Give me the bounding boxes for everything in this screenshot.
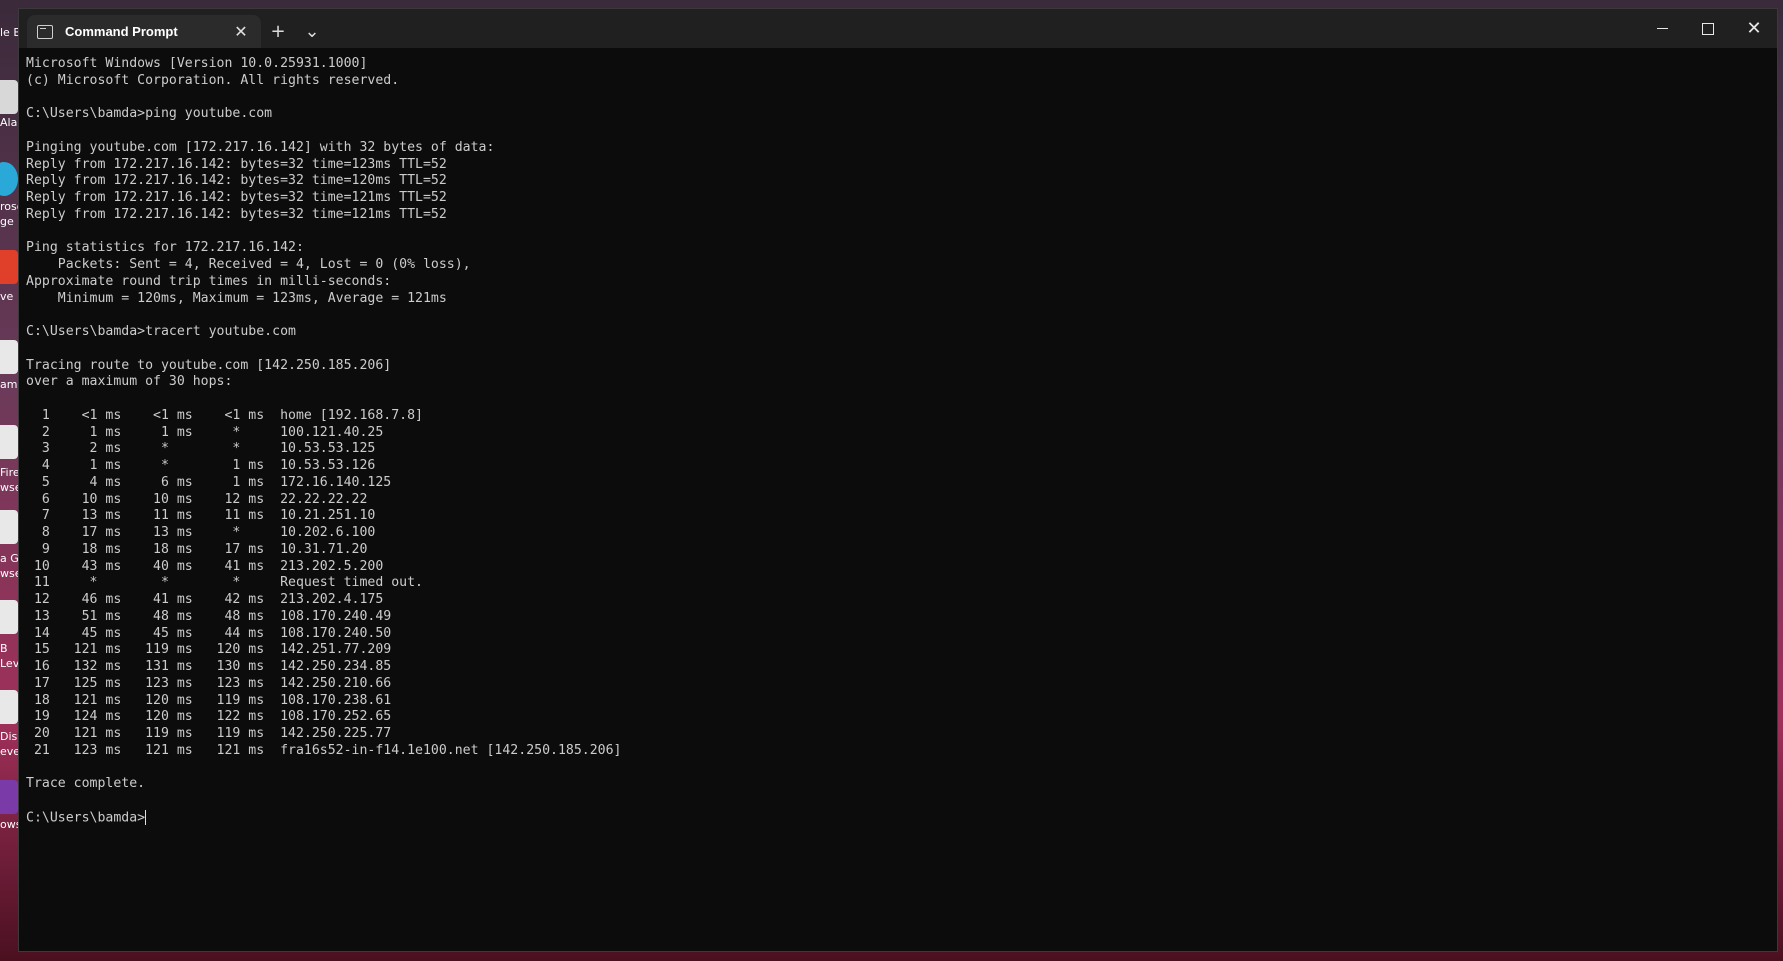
console-line: Reply from 172.217.16.142: bytes=32 time… (26, 190, 447, 205)
console-line: 14 45 ms 45 ms 44 ms 108.170.240.50 (26, 625, 392, 641)
edge-icon[interactable] (0, 162, 18, 196)
scrollbar[interactable] (1771, 54, 1775, 934)
close-icon: ✕ (1746, 17, 1762, 39)
console-line: 13 51 ms 48 ms 48 ms 108.170.240.49 (26, 608, 392, 624)
text-cursor (145, 809, 147, 825)
alarm-app-icon[interactable] (0, 80, 18, 114)
console-line: Microsoft Windows [Version 10.0.25931.10… (26, 56, 368, 71)
console-line: Pinging youtube.com [172.217.16.142] wit… (26, 139, 495, 155)
console-line: Tracing route to youtube.com [142.250.18… (26, 357, 392, 373)
console-line: C:\Users\bamda>tracert youtube.com (26, 324, 296, 339)
tab-command-prompt[interactable]: Command Prompt ✕ (27, 15, 261, 48)
terminal-window: Command Prompt ✕ + ⌄ ✕ Microsoft Windows… (18, 8, 1778, 952)
window-controls: ✕ (1639, 9, 1777, 48)
console-line: Packets: Sent = 4, Received = 4, Lost = … (26, 257, 471, 272)
console-line: 18 121 ms 120 ms 119 ms 108.170.238.61 (26, 692, 392, 708)
console-line: 20 121 ms 119 ms 119 ms 142.250.225.77 (26, 726, 392, 741)
console-line: Reply from 172.217.16.142: bytes=32 time… (26, 173, 447, 189)
file-icon[interactable] (0, 510, 18, 544)
console-line: 9 18 ms 18 ms 17 ms 10.31.71.20 (26, 541, 368, 557)
file-icon[interactable] (0, 425, 18, 459)
title-bar[interactable]: Command Prompt ✕ + ⌄ ✕ (19, 9, 1777, 48)
terminal-icon (37, 24, 53, 39)
minimize-icon (1656, 28, 1668, 29)
console-line: 6 10 ms 10 ms 12 ms 22.22.22.22 (26, 491, 368, 507)
console-line: (c) Microsoft Corporation. All rights re… (26, 72, 400, 88)
console-line: 17 125 ms 123 ms 123 ms 142.250.210.66 (26, 675, 392, 691)
desktop-icon-label: a G (0, 552, 19, 565)
desktop-icon-label: Fire (0, 466, 20, 479)
console-line: 3 2 ms * * 10.53.53.125 (26, 441, 376, 457)
desktop-icon-label: ge (0, 215, 14, 228)
tab-label: Command Prompt (65, 24, 178, 39)
console-line: 8 17 ms 13 ms * 10.202.6.100 (26, 525, 376, 540)
file-icon[interactable] (0, 600, 18, 634)
app-icon[interactable] (0, 780, 18, 814)
console-output[interactable]: Microsoft Windows [Version 10.0.25931.10… (19, 48, 1777, 951)
tab-dropdown-button[interactable]: ⌄ (295, 15, 329, 48)
brave-icon[interactable] (0, 250, 18, 284)
desktop-icon-label: Dis (0, 730, 18, 743)
console-line: 7 13 ms 11 ms 11 ms 10.21.251.10 (26, 508, 376, 524)
console-line: over a maximum of 30 hops: (26, 374, 233, 390)
console-line: 5 4 ms 6 ms 1 ms 172.16.140.125 (26, 474, 392, 490)
desktop-icon-label: ve (0, 290, 14, 303)
console-line: Minimum = 120ms, Maximum = 123ms, Averag… (26, 290, 447, 306)
console-line: Reply from 172.217.16.142: bytes=32 time… (26, 156, 447, 172)
desktop-icon-label: B (0, 642, 8, 655)
console-line: 16 132 ms 131 ms 130 ms 142.250.234.85 (26, 659, 392, 674)
maximize-icon (1702, 22, 1714, 35)
console-line: 21 123 ms 121 ms 121 ms fra16s52-in-f14.… (26, 742, 622, 758)
console-line: 19 124 ms 120 ms 122 ms 108.170.252.65 (26, 709, 392, 725)
file-icon[interactable] (0, 690, 18, 724)
console-line: C:\Users\bamda>ping youtube.com (26, 106, 273, 122)
maximize-button[interactable] (1685, 9, 1731, 48)
console-line: 4 1 ms * 1 ms 10.53.53.126 (26, 458, 376, 473)
desktop-icon-label: Lev (0, 657, 20, 670)
close-window-button[interactable]: ✕ (1731, 9, 1777, 48)
console-line: 12 46 ms 41 ms 42 ms 213.202.4.175 (26, 592, 384, 607)
file-icon[interactable] (0, 340, 18, 374)
console-line: Ping statistics for 172.217.16.142: (26, 240, 304, 256)
console-line: 15 121 ms 119 ms 120 ms 142.251.77.209 (26, 642, 392, 658)
tab-close-icon[interactable]: ✕ (231, 22, 251, 41)
desktop-icon-label: am (0, 378, 18, 391)
console-line: 1 <1 ms <1 ms <1 ms home [192.168.7.8] (26, 407, 423, 423)
console-line: 2 1 ms 1 ms * 100.121.40.25 (26, 424, 384, 440)
console-line: Reply from 172.217.16.142: bytes=32 time… (26, 206, 447, 222)
console-line: 11 * * * Request timed out. (26, 575, 423, 591)
new-tab-button[interactable]: + (261, 15, 295, 48)
prompt-line: C:\Users\bamda> (26, 809, 147, 826)
console-line: Trace complete. (26, 776, 146, 792)
console-line: 10 43 ms 40 ms 41 ms 213.202.5.200 (26, 558, 384, 574)
console-line: Approximate round trip times in milli-se… (26, 273, 392, 289)
minimize-button[interactable] (1639, 9, 1685, 48)
